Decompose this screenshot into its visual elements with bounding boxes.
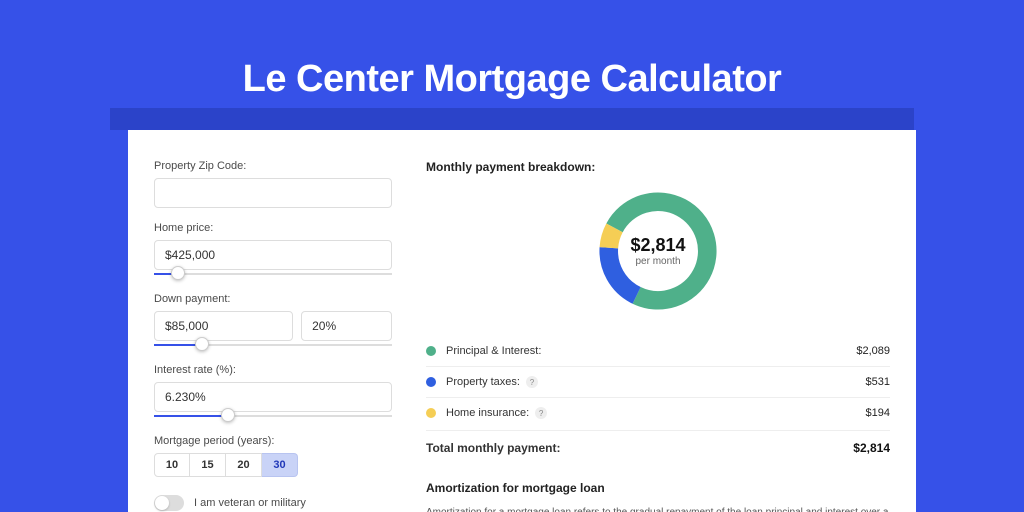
calculator-card: Property Zip Code: Home price: Down paym… <box>128 130 916 512</box>
slider-thumb[interactable] <box>195 337 209 351</box>
legend-row: Property taxes:?$531 <box>426 366 890 397</box>
legend-label: Property taxes:? <box>446 376 866 388</box>
legend-dot <box>426 408 436 418</box>
period-option-30[interactable]: 30 <box>262 453 298 477</box>
legend-label: Home insurance:? <box>446 407 866 419</box>
down-payment-label: Down payment: <box>154 293 392 305</box>
mortgage-period-segmented: 10152030 <box>154 453 392 477</box>
breakdown-heading: Monthly payment breakdown: <box>426 160 890 174</box>
zip-input[interactable] <box>154 178 392 208</box>
total-value: $2,814 <box>853 441 890 455</box>
total-row: Total monthly payment: $2,814 <box>426 430 890 455</box>
legend-row: Home insurance:?$194 <box>426 397 890 428</box>
header-band <box>110 108 914 130</box>
slider-thumb[interactable] <box>171 266 185 280</box>
donut-center-value: $2,814 <box>630 235 685 256</box>
legend-dot <box>426 377 436 387</box>
amortization-text: Amortization for a mortgage loan refers … <box>426 505 890 512</box>
page-root: Le Center Mortgage Calculator Property Z… <box>0 0 1024 512</box>
interest-rate-slider[interactable] <box>154 411 392 421</box>
inputs-panel: Property Zip Code: Home price: Down paym… <box>154 160 392 512</box>
help-icon[interactable]: ? <box>526 376 538 388</box>
down-payment-field: Down payment: <box>154 293 392 350</box>
help-icon[interactable]: ? <box>535 407 547 419</box>
home-price-input[interactable] <box>154 240 392 270</box>
home-price-label: Home price: <box>154 222 392 234</box>
slider-thumb[interactable] <box>221 408 235 422</box>
down-payment-pct-input[interactable] <box>301 311 392 341</box>
amortization-heading: Amortization for mortgage loan <box>426 481 890 495</box>
period-option-10[interactable]: 10 <box>154 453 190 477</box>
home-price-field: Home price: <box>154 222 392 279</box>
down-payment-input[interactable] <box>154 311 293 341</box>
donut-wrap: $2,814 per month <box>426 186 890 316</box>
home-price-slider[interactable] <box>154 269 392 279</box>
donut-center-sub: per month <box>635 256 680 267</box>
amortization-section: Amortization for mortgage loan Amortizat… <box>426 481 890 512</box>
mortgage-period-label: Mortgage period (years): <box>154 435 392 447</box>
period-option-15[interactable]: 15 <box>190 453 226 477</box>
legend-value: $194 <box>866 407 890 419</box>
legend-label: Principal & Interest: <box>446 345 856 357</box>
total-label: Total monthly payment: <box>426 441 853 455</box>
legend-value: $531 <box>866 376 890 388</box>
down-payment-slider[interactable] <box>154 340 392 350</box>
veteran-toggle[interactable] <box>154 495 184 511</box>
veteran-row: I am veteran or military <box>154 495 392 511</box>
legend-value: $2,089 <box>856 345 890 357</box>
zip-field: Property Zip Code: <box>154 160 392 208</box>
mortgage-period-field: Mortgage period (years): 10152030 <box>154 435 392 477</box>
page-title: Le Center Mortgage Calculator <box>0 58 1024 101</box>
zip-label: Property Zip Code: <box>154 160 392 172</box>
veteran-label: I am veteran or military <box>194 497 306 509</box>
donut-chart: $2,814 per month <box>593 186 723 316</box>
legend: Principal & Interest:$2,089Property taxe… <box>426 336 890 428</box>
period-option-20[interactable]: 20 <box>226 453 262 477</box>
interest-rate-input[interactable] <box>154 382 392 412</box>
legend-dot <box>426 346 436 356</box>
interest-rate-field: Interest rate (%): <box>154 364 392 421</box>
interest-rate-label: Interest rate (%): <box>154 364 392 376</box>
legend-row: Principal & Interest:$2,089 <box>426 336 890 366</box>
breakdown-panel: Monthly payment breakdown: $2,814 per mo… <box>426 160 890 512</box>
